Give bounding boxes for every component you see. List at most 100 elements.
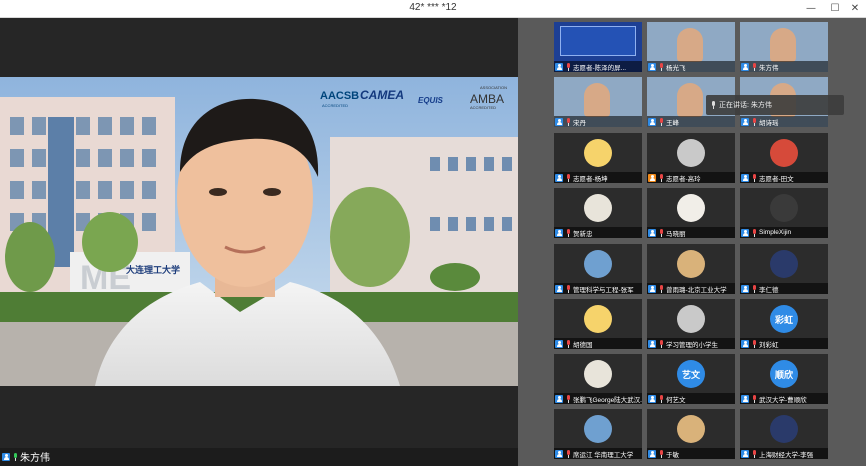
mic-muted-icon [565,62,571,71]
participant-tile[interactable]: 志愿者-高玲 [647,133,735,183]
participant-name: 武汉大学-曹顺欣 [759,396,807,404]
amba-association: ASSOCIATION [480,85,507,90]
participant-name-bar: 席运江 华南理工大学 [554,448,642,459]
participant-name-bar: 马晓丽 [647,227,735,238]
participant-tile[interactable]: SimpleXijin [740,188,828,238]
participant-tile[interactable]: 杨光飞 [647,22,735,72]
close-button[interactable]: ✕ [844,0,866,18]
minimize-button[interactable]: — [800,0,822,18]
shared-screen-thumbnail [560,26,636,56]
user-icon [648,339,656,348]
participant-tile[interactable]: 宋丹 [554,77,642,127]
participant-name: 朱方伟 [759,64,779,72]
participant-name: 曾雨璐-北京工业大学 [666,286,727,294]
mic-muted-icon [565,449,571,458]
participant-tile[interactable]: 李仁德 [740,244,828,294]
participant-name-bar: 宋丹 [554,116,642,127]
speaker-name: 朱方伟 [20,453,50,464]
participant-name-bar: 志愿者-杨坤 [554,172,642,183]
mic-muted-icon [751,449,757,458]
speaker-name-tag: 朱方伟 [2,449,50,464]
participant-name-bar: 武汉大学-曹顺欣 [740,393,828,404]
participant-tile[interactable]: 胡德国 [554,299,642,349]
participant-tile[interactable]: 管理科学与工程-张军 [554,244,642,294]
participant-name: 学习管理的小学生 [666,341,718,349]
participant-avatar [584,194,612,222]
participant-name-bar: 志愿者-陈泽的屏... [554,61,642,72]
participant-name: 何艺文 [666,396,686,404]
user-icon [648,394,656,403]
speaker-footer [0,448,520,466]
mic-muted-icon [658,339,664,348]
participant-name-bar: 王峰 [647,116,735,127]
participant-avatar [677,305,705,333]
participant-tile[interactable]: 朱方伟 [740,22,828,72]
participant-avatar [770,415,798,443]
user-icon [555,449,563,458]
participant-tile[interactable]: 志愿者-陈泽的屏... [554,22,642,72]
user-icon [741,449,749,458]
participant-name: 胡诗瑶 [759,119,779,127]
speaking-indicator-label: 正在讲话: 朱方伟 [719,102,772,109]
participant-tile[interactable]: 席运江 华南理工大学 [554,409,642,459]
speaker-scene: ME 大连理工大学 AACSB ACCREDITED CAMEA EQUIS A… [0,77,518,386]
participant-tile[interactable]: 上海财经大学-李强 [740,409,828,459]
mic-muted-icon [565,284,571,293]
participant-avatar [770,250,798,278]
user-icon [648,117,656,126]
mic-muted-icon [751,62,757,71]
participant-name-bar: 志愿者-高玲 [647,172,735,183]
participant-tile[interactable]: 艺文 何艺文 [647,354,735,404]
participant-tile[interactable]: 马晓丽 [647,188,735,238]
user-icon [648,284,656,293]
participant-name: 上海财经大学-李强 [759,451,814,459]
participant-tile[interactable]: 志愿者-杨坤 [554,133,642,183]
participant-name-bar: 于敏 [647,448,735,459]
participant-name: SimpleXijin [759,229,792,236]
participant-avatar [584,250,612,278]
participant-video-thumbnail [677,83,703,117]
participant-video-thumbnail [770,28,796,62]
participant-tile[interactable]: 于敏 [647,409,735,459]
user-icon [741,228,749,237]
participant-name: 李仁德 [759,286,779,294]
participant-tile[interactable]: 贺新忠 [554,188,642,238]
maximize-button[interactable]: ☐ [824,0,846,18]
participant-avatar [584,415,612,443]
participant-name-bar: SimpleXijin [740,227,828,238]
mic-muted-icon [751,173,757,182]
mic-muted-icon [751,284,757,293]
participant-name: 张鹏飞George陆大武汉... [573,396,642,404]
participant-tile[interactable]: 张鹏飞George陆大武汉... [554,354,642,404]
mic-muted-icon [565,117,571,126]
speaker-video[interactable]: ME 大连理工大学 AACSB ACCREDITED CAMEA EQUIS A… [0,77,518,386]
participant-avatar [677,194,705,222]
participant-tile[interactable]: 顺欣 武汉大学-曹顺欣 [740,354,828,404]
participant-name: 志愿者-陈泽的屏... [573,64,627,72]
participant-name: 志愿者-杨坤 [573,175,608,183]
participant-name: 杨光飞 [666,64,686,72]
participant-tile[interactable]: 学习管理的小学生 [647,299,735,349]
participant-tile[interactable]: 彩虹 刘彩虹 [740,299,828,349]
amba-badge: AMBA [470,92,504,106]
participant-name: 胡德国 [573,341,593,349]
participant-tile[interactable]: 志愿者-田文 [740,133,828,183]
mic-muted-icon [565,173,571,182]
participant-name: 于敏 [666,451,679,459]
user-icon [555,394,563,403]
participant-avatar [677,250,705,278]
participant-avatar [770,139,798,167]
participant-name: 席运江 华南理工大学 [573,451,634,459]
user-icon [648,228,656,237]
participant-avatar [584,305,612,333]
participant-tile[interactable]: 曾雨璐-北京工业大学 [647,244,735,294]
user-icon [555,339,563,348]
user-icon [555,284,563,293]
window-title: 42* *** *12 [409,2,457,13]
participant-name-bar: 曾雨璐-北京工业大学 [647,283,735,294]
mic-muted-icon [751,339,757,348]
participant-name-bar: 志愿者-田文 [740,172,828,183]
user-icon [555,117,563,126]
participant-avatar [770,194,798,222]
user-icon [741,62,749,71]
